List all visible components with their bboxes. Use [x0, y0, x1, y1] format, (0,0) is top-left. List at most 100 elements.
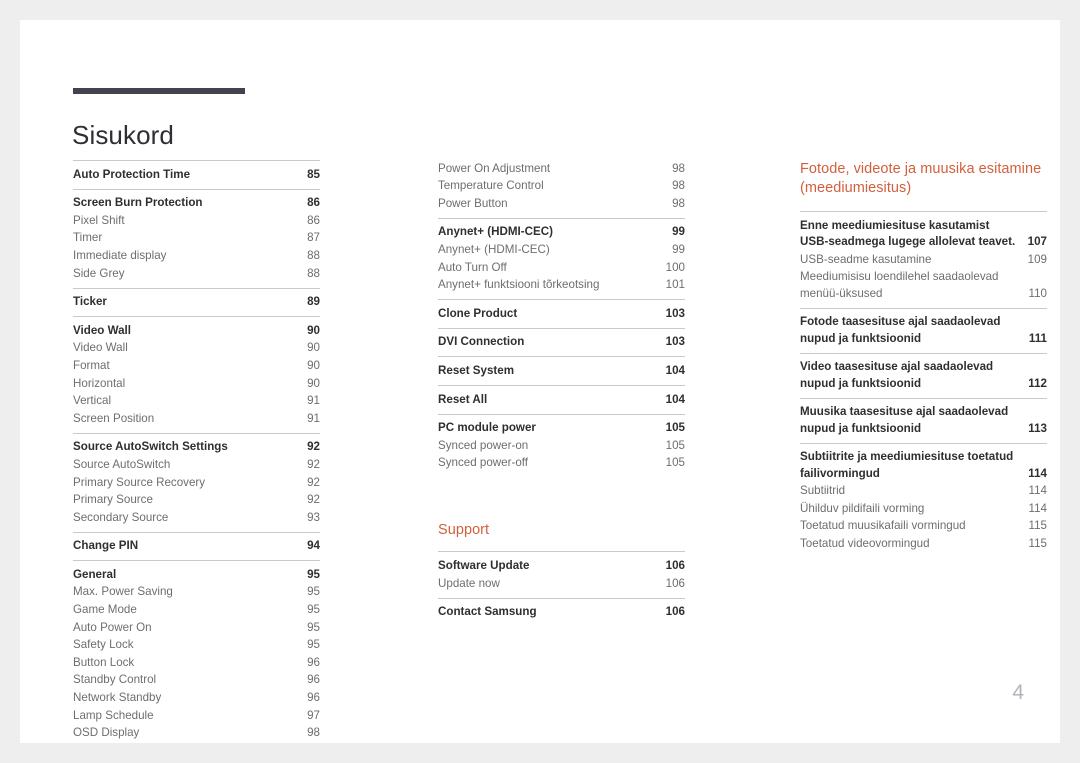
- toc-entry-sub[interactable]: Timer 87: [73, 230, 320, 248]
- toc-entry-sub[interactable]: Synced power-on 105: [438, 437, 685, 455]
- toc-entry-page-number: 90: [307, 323, 320, 337]
- toc-entry-page-number: 92: [307, 475, 320, 489]
- toc-entry-page-number: 99: [672, 225, 685, 239]
- toc-entry-label: Pixel Shift: [73, 213, 125, 227]
- toc-entry-sub[interactable]: Button Lock 96: [73, 654, 320, 672]
- toc-entry-heading[interactable]: Subtiitrite ja meediumiesituse toetatud …: [800, 449, 1047, 483]
- toc-entry-page-number: 87: [307, 231, 320, 245]
- toc-entry-sub[interactable]: Subtiitrid 114: [800, 483, 1047, 501]
- toc-entry-sub[interactable]: Synced power-off 105: [438, 455, 685, 473]
- toc-entry-sub[interactable]: Auto Turn Off 100: [438, 259, 685, 277]
- toc-entry-label: Subtiitrid: [800, 484, 846, 498]
- toc-entry-sub[interactable]: Toetatud videovormingud 115: [800, 535, 1047, 553]
- toc-entry-sub[interactable]: OSD Display 98: [73, 725, 320, 743]
- toc-entry-page-number: 91: [307, 394, 320, 408]
- toc-entry-sub[interactable]: Secondary Source 93: [73, 509, 320, 527]
- toc-entry-sub[interactable]: Side Grey 88: [73, 265, 320, 283]
- toc-entry-sub[interactable]: Anynet+ (HDMI-CEC) 99: [438, 241, 685, 259]
- toc-entry-label: Source AutoSwitch Settings: [73, 440, 228, 454]
- toc-entry-sub[interactable]: Video Wall 90: [73, 340, 320, 358]
- toc-entry-sub[interactable]: Standby Control 96: [73, 672, 320, 690]
- toc-entry-heading[interactable]: Muusika taasesituse ajal saadaolevad nup…: [800, 404, 1047, 438]
- toc-entry-sub[interactable]: Pixel Shift 86: [73, 212, 320, 230]
- toc-entry-sub[interactable]: Immediate display 88: [73, 247, 320, 265]
- toc-entry-page-number: 99: [672, 242, 685, 256]
- toc-entry-sub[interactable]: Anynet+ funktsiooni tõrkeotsing 101: [438, 277, 685, 295]
- toc-entry-sub[interactable]: Source AutoSwitch 92: [73, 456, 320, 474]
- toc-entry-page-number: 89: [307, 295, 320, 309]
- toc-entry-heading[interactable]: Video Wall 90: [73, 322, 320, 340]
- toc-entry-heading[interactable]: Reset All 104: [438, 391, 685, 409]
- toc-group: Reset All 104: [438, 384, 685, 414]
- toc-entry-sub[interactable]: Screen Position 91: [73, 410, 320, 428]
- toc-entry-sub[interactable]: Power Button 98: [438, 195, 685, 213]
- toc-entry-page-number: 113: [1028, 421, 1047, 435]
- toc-entry-sub[interactable]: Meediumisisu loendilehel saadaolevad men…: [800, 269, 1047, 303]
- toc-entry-page-number: 98: [672, 179, 685, 193]
- toc-entry-heading[interactable]: General 95: [73, 566, 320, 584]
- toc-entry-sub[interactable]: Max. Power Saving 95: [73, 584, 320, 602]
- toc-entry-sub[interactable]: Network Standby 96: [73, 689, 320, 707]
- toc-entry-page-number: 92: [307, 457, 320, 471]
- toc-entry-label: Ühilduv pildifaili vorming: [800, 501, 925, 515]
- toc-entry-page-number: 105: [665, 421, 685, 435]
- toc-entry-label: USB-seadme kasutamine: [800, 252, 932, 266]
- toc-entry-sub[interactable]: Vertical 91: [73, 393, 320, 411]
- toc-entry-sub[interactable]: Lamp Schedule 97: [73, 707, 320, 725]
- toc-entry-heading[interactable]: Software Update 106: [438, 557, 685, 575]
- toc-entry-page-number: 91: [307, 411, 320, 425]
- toc-entry-heading[interactable]: Source AutoSwitch Settings 92: [73, 439, 320, 457]
- toc-entry-sub[interactable]: Temperature Control 98: [438, 178, 685, 196]
- toc-entry-sub[interactable]: Game Mode 95: [73, 601, 320, 619]
- toc-entry-sub[interactable]: Safety Lock 95: [73, 637, 320, 655]
- toc-entry-label: Power Button: [438, 196, 508, 210]
- toc-entry-heading[interactable]: Enne meediumiesituse kasutamist USB-sead…: [800, 217, 1047, 251]
- toc-entry-label: Synced power-on: [438, 438, 529, 452]
- toc-entry-label: Reset All: [438, 392, 488, 406]
- toc-entry-page-number: 96: [307, 673, 320, 687]
- toc-entry-sub[interactable]: Ühilduv pildifaili vorming 114: [800, 500, 1047, 518]
- toc-entry-heading[interactable]: Change PIN 94: [73, 538, 320, 556]
- toc-entry-page-number: 114: [1028, 501, 1047, 515]
- toc-entry-label: Contact Samsung: [438, 605, 537, 619]
- toc-entry-heading[interactable]: Clone Product 103: [438, 305, 685, 323]
- toc-section-heading: Support: [438, 522, 490, 539]
- toc-entry-heading[interactable]: Screen Burn Protection 86: [73, 195, 320, 213]
- toc-group: Power On Adjustment 98 Temperature Control…: [438, 160, 685, 218]
- toc-entry-page-number: 103: [665, 335, 685, 349]
- toc-entry-heading[interactable]: Fotode taasesituse ajal saadaolevad nupu…: [800, 314, 1047, 348]
- toc-entry-heading[interactable]: Reset System 104: [438, 362, 685, 380]
- toc-entry-page-number: 86: [307, 213, 320, 227]
- toc-entry-heading[interactable]: PC module power 105: [438, 420, 685, 438]
- toc-group: Enne meediumiesituse kasutamist USB-sead…: [800, 211, 1047, 308]
- toc-entry-sub[interactable]: Toetatud muusikafaili vormingud 115: [800, 518, 1047, 536]
- toc-entry-heading[interactable]: Video taasesituse ajal saadaolevad nupud…: [800, 359, 1047, 393]
- toc-entry-page-number: 92: [307, 493, 320, 507]
- toc-entry-sub[interactable]: Primary Source Recovery 92: [73, 474, 320, 492]
- toc-entry-sub[interactable]: Format 90: [73, 357, 320, 375]
- toc-entry-sub[interactable]: Auto Power On 95: [73, 619, 320, 637]
- toc-entry-page-number: 90: [307, 341, 320, 355]
- toc-entry-heading[interactable]: DVI Connection 103: [438, 334, 685, 352]
- toc-entry-sub[interactable]: Update now 106: [438, 575, 685, 593]
- toc-entry-label: Auto Turn Off: [438, 260, 507, 274]
- toc-entry-heading[interactable]: Auto Protection Time 85: [73, 166, 320, 184]
- toc-entry-label: Format: [73, 358, 110, 372]
- toc-entry-page-number: 90: [307, 376, 320, 390]
- toc-entry-heading[interactable]: Ticker 89: [73, 294, 320, 312]
- toc-entry-label: Reset System: [438, 363, 515, 377]
- toc-entry-page-number: 115: [1028, 519, 1047, 533]
- toc-entry-label: Ticker: [73, 295, 107, 309]
- toc-entry-page-number: 98: [672, 161, 685, 175]
- toc-column-1: Auto Protection Time 85 Screen Burn Protec…: [73, 160, 320, 747]
- toc-entry-label: Button Lock: [73, 655, 135, 669]
- toc-entry-heading[interactable]: Anynet+ (HDMI-CEC) 99: [438, 224, 685, 242]
- toc-entry-label: Power On Adjustment: [438, 161, 551, 175]
- toc-entry-sub[interactable]: USB-seadme kasutamine 109: [800, 251, 1047, 269]
- toc-entry-sub[interactable]: Primary Source 92: [73, 492, 320, 510]
- toc-entry-sub[interactable]: Horizontal 90: [73, 375, 320, 393]
- page-number: 4: [1012, 681, 1024, 704]
- toc-entry-page-number: 115: [1028, 536, 1047, 550]
- toc-entry-heading[interactable]: Contact Samsung 106: [438, 604, 685, 622]
- toc-entry-sub[interactable]: Power On Adjustment 98: [438, 160, 685, 178]
